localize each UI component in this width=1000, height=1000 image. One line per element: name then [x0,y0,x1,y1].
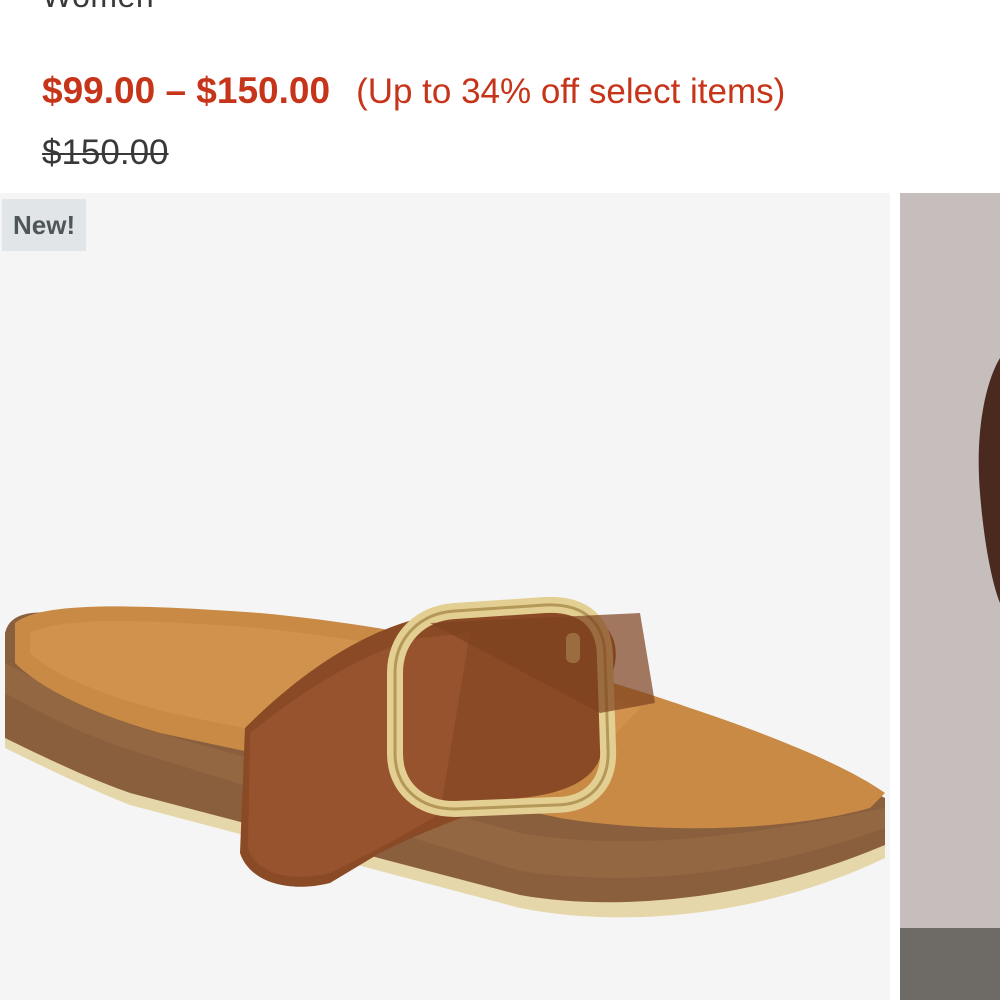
new-badge: New! [2,199,87,251]
sandal-illustration [5,596,885,918]
product-category[interactable]: Women [42,0,154,15]
model-photo-preview [900,358,1000,1000]
original-price: $150.00 [42,133,169,172]
product-page: Women $99.00 – $150.00 (Up to 34% off se… [0,0,1000,1000]
next-product-image[interactable] [900,193,1000,1000]
sale-price-range: $99.00 – $150.00 [42,70,331,111]
product-image-gallery[interactable]: New! [0,193,1000,1000]
discount-note: (Up to 34% off select items) [356,72,786,111]
main-product-image[interactable]: New! [0,193,890,1000]
price-row: $99.00 – $150.00 (Up to 34% off select i… [42,70,785,112]
